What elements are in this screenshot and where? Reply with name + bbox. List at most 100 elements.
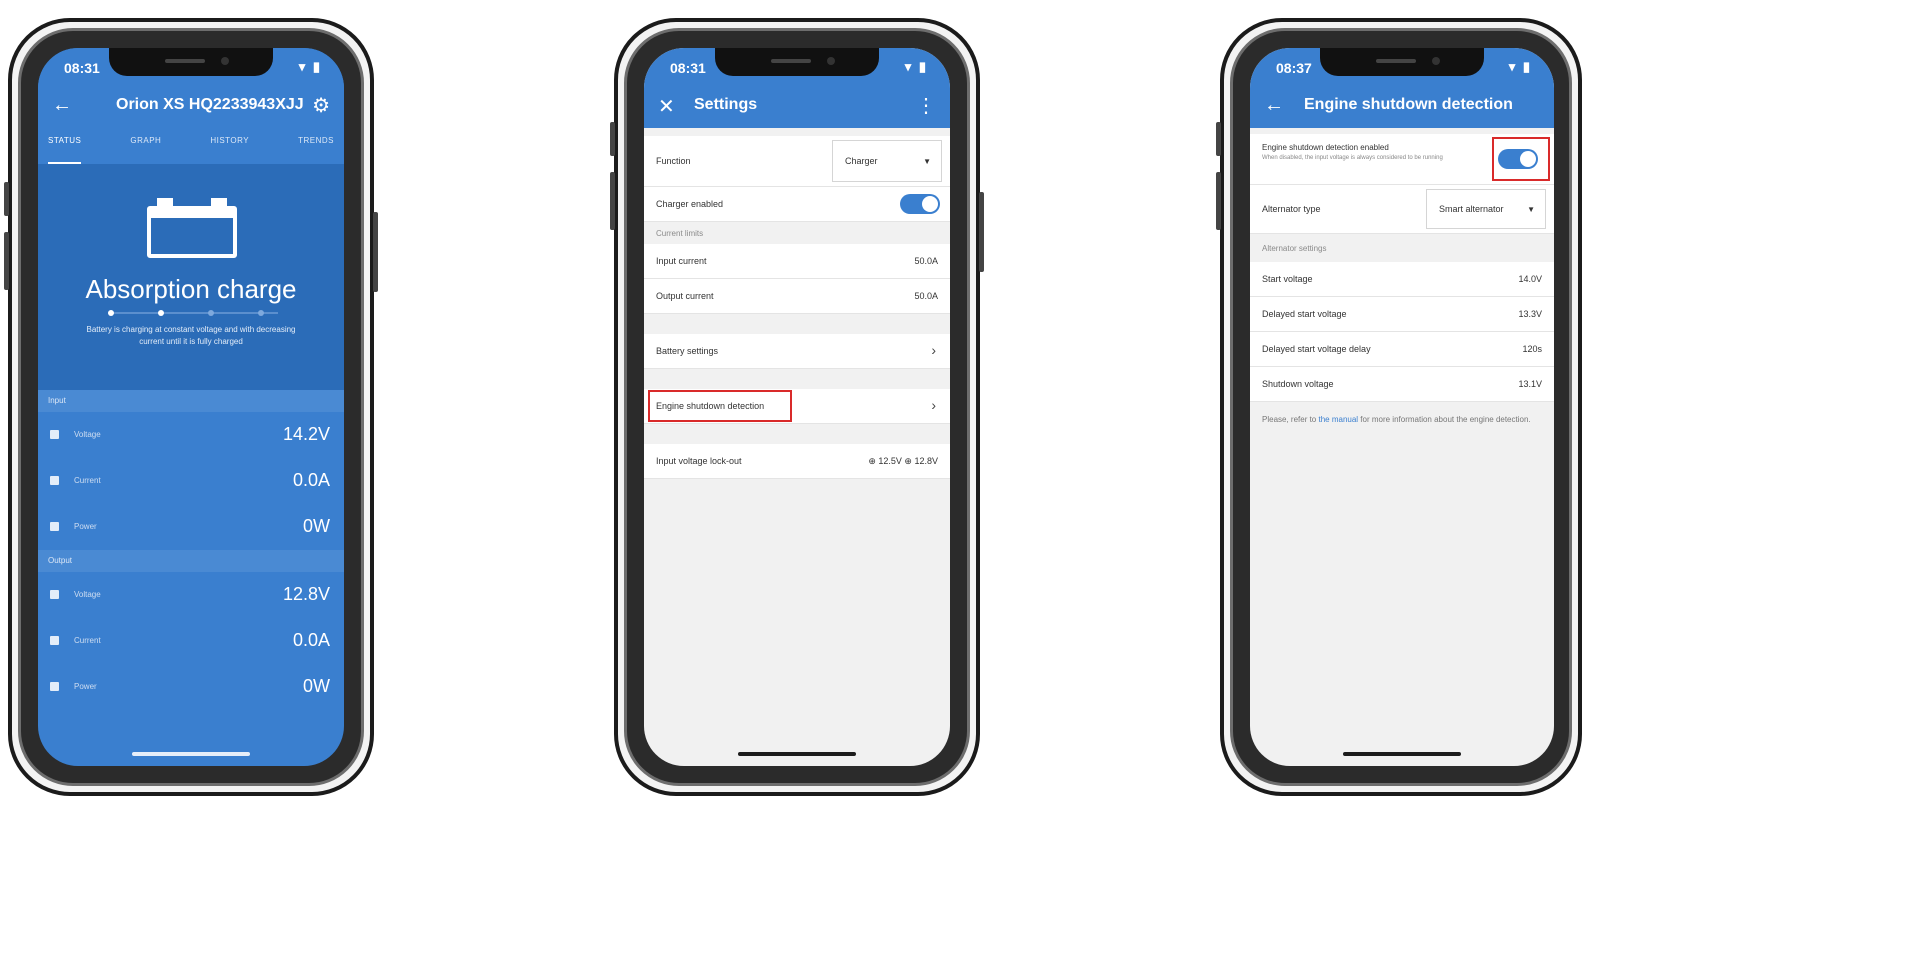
highlight-box <box>1492 137 1550 181</box>
engine-shutdown-row[interactable]: Engine shutdown detection › <box>644 389 950 424</box>
output-current-value: 50.0A <box>914 291 938 301</box>
metric-row: Current 0.0A <box>38 458 344 504</box>
side-button <box>373 212 378 292</box>
back-arrow-icon[interactable]: ← <box>52 94 72 117</box>
metric-row: Power 0W <box>38 664 344 710</box>
home-indicator[interactable] <box>132 752 250 756</box>
input-lockout-value: ⊕ 12.5V ⊕ 12.8V <box>868 456 938 466</box>
charger-enabled-label: Charger enabled <box>656 199 724 209</box>
metric-row: Current 0.0A <box>38 618 344 664</box>
tab-graph[interactable]: GRAPH <box>130 136 161 164</box>
input-current-row[interactable]: Input current 50.0A <box>644 244 950 279</box>
charger-enabled-toggle[interactable] <box>900 194 940 214</box>
input-section-label: Input <box>38 390 344 412</box>
home-indicator[interactable] <box>1343 752 1461 756</box>
metric-value: 0W <box>303 676 330 696</box>
help-note: Please, refer to the manual for more inf… <box>1250 402 1554 438</box>
app-bar: ✕ Settings ⋮ <box>644 82 950 128</box>
chevron-right-icon: › <box>931 342 936 358</box>
signal-battery-icon: ▾ ▮ <box>298 59 322 74</box>
home-indicator[interactable] <box>738 752 856 756</box>
dropdown-arrow-icon: ▼ <box>923 157 931 166</box>
current-icon <box>50 636 59 645</box>
engine-shutdown-enabled-description: When disabled, the input voltage is alwa… <box>1262 155 1443 161</box>
input-current-label: Input current <box>656 256 707 266</box>
current-limits-label: Current limits <box>644 222 950 244</box>
power-icon <box>50 682 59 691</box>
phone-status: 08:31 ▾ ▮ ← Orion XS HQ2233943XJJ ⚙ STAT… <box>4 18 378 796</box>
alternator-type-row: Alternator type Smart alternator ▼ <box>1250 185 1554 234</box>
input-lockout-row[interactable]: Input voltage lock-out ⊕ 12.5V ⊕ 12.8V <box>644 444 950 479</box>
notch <box>1320 48 1484 76</box>
metric-label: Power <box>74 522 97 531</box>
dropdown-arrow-icon: ▼ <box>1527 205 1535 214</box>
alternator-type-value: Smart alternator <box>1439 204 1504 214</box>
metric-row: Power 0W <box>38 504 344 550</box>
function-row: Function Charger ▼ <box>644 136 950 187</box>
manual-link[interactable]: the manual <box>1318 415 1358 424</box>
setting-row[interactable]: Start voltage 14.0V <box>1250 262 1554 297</box>
gear-icon[interactable]: ⚙ <box>312 93 330 118</box>
setting-row[interactable]: Delayed start voltage 13.3V <box>1250 297 1554 332</box>
setting-label: Delayed start voltage delay <box>1262 344 1371 354</box>
setting-row[interactable]: Delayed start voltage delay 120s <box>1250 332 1554 367</box>
side-button <box>610 172 615 230</box>
back-arrow-icon[interactable]: ← <box>1264 94 1284 117</box>
screen: 08:31 ▾ ▮ ← Orion XS HQ2233943XJJ ⚙ STAT… <box>38 48 344 766</box>
more-vertical-icon[interactable]: ⋮ <box>916 93 936 118</box>
alternator-type-label: Alternator type <box>1262 204 1321 214</box>
side-button <box>4 232 9 290</box>
app-bar: ← Engine shutdown detection <box>1250 82 1554 128</box>
output-section-label: Output <box>38 550 344 572</box>
metric-label: Current <box>74 476 101 485</box>
function-select[interactable]: Charger ▼ <box>832 140 942 182</box>
battery-settings-row[interactable]: Battery settings › <box>644 334 950 369</box>
input-current-value: 50.0A <box>914 256 938 266</box>
engine-shutdown-enabled-label: Engine shutdown detection enabled <box>1262 143 1389 152</box>
metric-label: Power <box>74 682 97 691</box>
metric-value: 0.0A <box>292 470 330 490</box>
app-bar: ← Orion XS HQ2233943XJJ ⚙ <box>38 82 344 128</box>
setting-value: 14.0V <box>1518 274 1542 284</box>
metric-label: Current <box>74 636 101 645</box>
voltage-icon <box>50 590 59 599</box>
signal-battery-icon: ▾ ▮ <box>904 59 928 74</box>
setting-label: Start voltage <box>1262 274 1313 284</box>
charge-stage-indicator <box>108 310 278 316</box>
close-icon[interactable]: ✕ <box>658 94 675 119</box>
screen: 08:31 ▾ ▮ ✕ Settings ⋮ Function Charger … <box>644 48 950 766</box>
battery-settings-label: Battery settings <box>656 346 719 356</box>
alternator-type-select[interactable]: Smart alternator ▼ <box>1426 189 1546 229</box>
setting-value: 13.3V <box>1518 309 1542 319</box>
metric-value: 0.0A <box>292 630 330 650</box>
alternator-settings-label: Alternator settings <box>1250 234 1554 262</box>
setting-label: Shutdown voltage <box>1262 379 1334 389</box>
output-current-row[interactable]: Output current 50.0A <box>644 279 950 314</box>
side-button <box>979 192 984 272</box>
charge-state-title: Absorption charge <box>85 274 297 304</box>
device-title: Orion XS HQ2233943XJJ <box>116 96 304 113</box>
page-title: Engine shutdown detection <box>1304 96 1513 113</box>
tab-history[interactable]: HISTORY <box>210 136 249 164</box>
phone-settings: 08:31 ▾ ▮ ✕ Settings ⋮ Function Charger … <box>610 18 984 796</box>
metric-row: Voltage 14.2V <box>38 412 344 458</box>
setting-value: 120s <box>1522 344 1542 354</box>
metric-label: Voltage <box>74 430 101 439</box>
battery-icon <box>147 198 243 260</box>
signal-battery-icon: ▾ ▮ <box>1508 59 1532 74</box>
tab-trends[interactable]: TRENDS <box>298 136 334 164</box>
screen: 08:37 ▾ ▮ ← Engine shutdown detection En… <box>1250 48 1554 766</box>
phone-engine-shutdown: 08:37 ▾ ▮ ← Engine shutdown detection En… <box>1216 18 1582 796</box>
setting-label: Delayed start voltage <box>1262 309 1347 319</box>
engine-shutdown-enabled-row: Engine shutdown detection enabled When d… <box>1250 134 1554 185</box>
notch <box>109 48 273 76</box>
setting-row[interactable]: Shutdown voltage 13.1V <box>1250 367 1554 402</box>
metric-row: Voltage 12.8V <box>38 572 344 618</box>
charge-state-description: Battery is charging at constant voltage … <box>86 325 296 346</box>
current-icon <box>50 476 59 485</box>
tab-status[interactable]: STATUS <box>48 136 82 164</box>
side-button <box>1216 122 1221 156</box>
side-button <box>1216 172 1221 230</box>
metric-label: Voltage <box>74 590 101 599</box>
charger-enabled-row: Charger enabled <box>644 187 950 222</box>
